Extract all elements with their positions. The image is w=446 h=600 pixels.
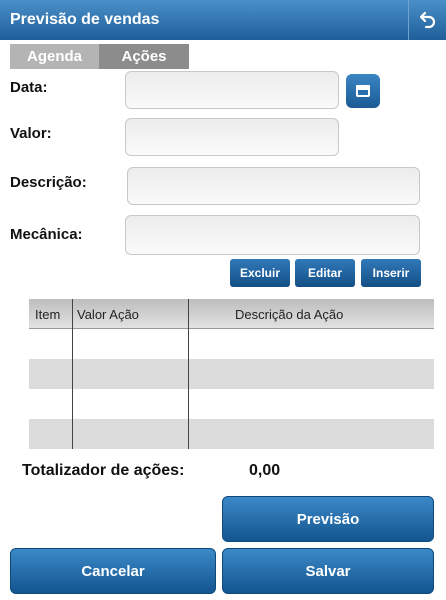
grid-divider [72,299,73,449]
grid-divider [188,299,189,449]
valor-label: Valor: [10,125,52,142]
excluir-button[interactable]: Excluir [230,259,290,287]
descricao-field[interactable] [127,167,420,205]
undo-arrow-icon [419,11,435,29]
editar-button[interactable]: Editar [295,259,355,287]
descricao-label: Descrição: [10,174,87,191]
table-row[interactable] [29,419,434,449]
column-header-descricao-acao: Descrição da Ação [235,307,344,322]
tab-acoes[interactable]: Ações [99,44,189,69]
mecanica-label: Mecânica: [10,226,83,243]
totalizer-label: Totalizador de ações: [22,462,185,479]
column-header-item: Item [35,307,61,322]
data-label: Data: [10,79,48,96]
previsao-button[interactable]: Previsão [222,496,434,542]
table-row[interactable] [29,359,434,389]
data-field[interactable] [125,71,339,109]
salvar-button[interactable]: Salvar [222,548,434,594]
mecanica-field[interactable] [125,215,420,255]
inserir-button[interactable]: Inserir [361,259,421,287]
title-bar: Previsão de vendas [0,0,446,40]
actions-grid: Item Valor Ação Descrição da Ação [29,299,434,449]
calendar-icon [356,85,370,97]
valor-field[interactable] [125,118,339,156]
cancelar-button[interactable]: Cancelar [10,548,216,594]
calendar-button[interactable] [346,74,380,108]
grid-header: Item Valor Ação Descrição da Ação [29,299,434,329]
back-button[interactable] [408,0,446,40]
tab-strip: Agenda Ações [0,40,446,69]
tab-agenda[interactable]: Agenda [10,44,99,69]
column-header-valor-acao: Valor Ação [77,307,139,322]
table-row[interactable] [29,329,434,359]
totalizer-value: 0,00 [249,462,281,479]
page-title: Previsão de vendas [10,11,160,28]
table-row[interactable] [29,389,434,419]
